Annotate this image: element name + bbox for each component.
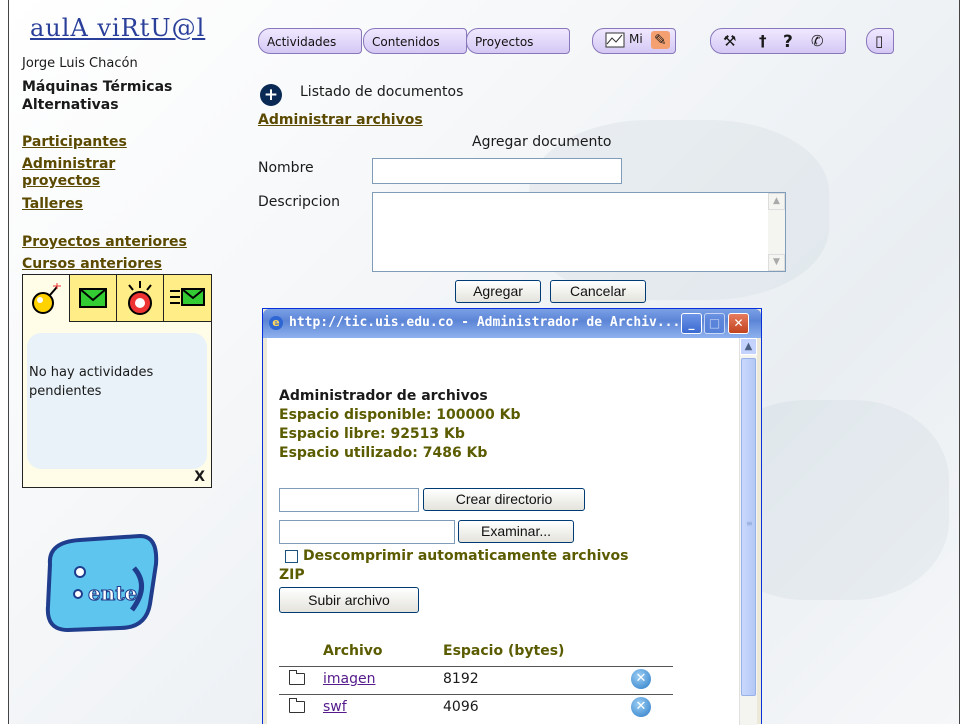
help-icon[interactable]: ? — [783, 32, 793, 52]
alarm-icon — [128, 281, 152, 315]
add-document-icon[interactable]: + — [260, 84, 282, 106]
sidebar-link-participantes[interactable]: Participantes — [22, 134, 127, 151]
space-used: Espacio utilizado: 7486 Kb — [279, 445, 488, 461]
sidebar-link-cursos-anteriores[interactable]: Cursos anteriores — [22, 256, 162, 273]
tab-pending-activities[interactable] — [23, 275, 70, 322]
file-path-input[interactable] — [279, 520, 455, 544]
user-name: Jorge Luis Chacón — [22, 56, 138, 71]
tab-proyectos[interactable]: Proyectos — [466, 28, 570, 54]
file-manager-content: Administrador de archivos Espacio dispon… — [267, 338, 757, 725]
close-icon[interactable]: X — [194, 469, 205, 485]
pin-icon[interactable]: † — [759, 32, 767, 50]
table-row: swf 4096 ✕ — [279, 694, 673, 720]
chart-icon[interactable] — [605, 32, 625, 52]
course-title: Máquinas Térmicas Alternativas — [22, 78, 172, 114]
table-row: imagen 8192 ✕ — [279, 666, 673, 692]
scrollbar-thumb[interactable]: ≡ — [741, 358, 756, 696]
gente-logo: ente — [45, 534, 159, 633]
name-field[interactable] — [372, 158, 622, 184]
file-size: 8192 — [443, 671, 479, 687]
tab-messages[interactable] — [70, 275, 117, 322]
notifications-message: No hay actividades pendientes — [29, 365, 154, 399]
name-label: Nombre — [258, 160, 314, 176]
unzip-label-line2: ZIP — [279, 567, 305, 583]
unzip-checkbox[interactable] — [285, 550, 298, 563]
pencil-icon[interactable]: ✎ — [651, 31, 670, 49]
delete-icon[interactable]: ✕ — [631, 669, 651, 689]
add-button[interactable]: Agregar — [455, 280, 541, 303]
description-label: Descripcion — [258, 194, 340, 210]
scroll-down-icon[interactable]: ▼ — [768, 254, 785, 271]
exit-group: ▯ — [866, 28, 894, 54]
cancel-button[interactable]: Cancelar — [550, 280, 646, 303]
course-title-line: Alternativas — [22, 97, 119, 113]
add-document-heading: Agregar documento — [472, 134, 612, 150]
column-header-file: Archivo — [323, 643, 383, 659]
upload-file-button[interactable]: Subir archivo — [279, 587, 419, 613]
tools-group-1: Mi ✎ — [592, 28, 676, 54]
tab-alerts[interactable] — [117, 275, 164, 322]
file-manager-window: e http://tic.uis.edu.co - Administrador … — [262, 308, 762, 725]
directory-name-input[interactable] — [279, 488, 419, 512]
tools-group-2: ⚒ † ? ✆ — [710, 28, 846, 54]
file-size: 4096 — [443, 699, 479, 715]
document-list-title: Listado de documentos — [300, 84, 464, 100]
tab-mail-list[interactable] — [164, 275, 211, 322]
bomb-icon — [32, 283, 61, 314]
unzip-label: Descomprimir automaticamente archivos — [303, 548, 629, 564]
site-logo[interactable]: aulA viRtU@l — [30, 14, 205, 42]
exit-door-icon[interactable]: ▯ — [875, 32, 883, 50]
scroll-up-icon[interactable]: ▲ — [740, 338, 757, 355]
notifications-content-area — [27, 333, 207, 469]
envelope-icon — [79, 288, 107, 308]
maximize-button[interactable]: □ — [704, 313, 725, 334]
create-directory-button[interactable]: Crear directorio — [423, 488, 585, 511]
description-scrollbar[interactable]: ▲ ▼ — [768, 193, 785, 271]
svg-text:ente: ente — [88, 581, 137, 605]
phone-icon[interactable]: ✆ — [811, 32, 824, 50]
course-title-line: Máquinas Térmicas — [22, 79, 173, 95]
browser-icon: e — [269, 316, 283, 330]
folder-icon — [289, 670, 305, 685]
window-title: http://tic.uis.edu.co - Administrador de… — [289, 315, 681, 330]
tab-contenidos[interactable]: Contenidos — [363, 28, 467, 54]
close-button[interactable]: ✕ — [728, 313, 749, 334]
notifications-panel: No hay actividades pendientes X — [22, 274, 212, 488]
tab-actividades[interactable]: Actividades — [258, 28, 362, 54]
file-link[interactable]: swf — [323, 699, 347, 715]
description-field[interactable]: ▲ ▼ — [372, 192, 786, 272]
space-free: Espacio libre: 92513 Kb — [279, 426, 465, 442]
file-manager-heading: Administrador de archivos — [279, 388, 488, 404]
sidebar-link-administrar-proyectos[interactable]: Administrar proyectos — [22, 156, 162, 190]
grip-icon: ≡ — [746, 519, 753, 528]
tools-icon[interactable]: ⚒ — [723, 32, 736, 50]
notifications-tabs — [23, 275, 211, 323]
mi-icon[interactable]: Mi — [629, 32, 643, 46]
sidebar-link-talleres[interactable]: Talleres — [22, 196, 83, 213]
space-available: Espacio disponible: 100000 Kb — [279, 407, 521, 423]
folder-icon — [289, 698, 305, 713]
scroll-up-icon[interactable]: ▲ — [768, 193, 785, 210]
browse-button[interactable]: Examinar... — [458, 520, 574, 543]
window-scrollbar[interactable]: ▲ ≡ — [739, 338, 757, 725]
delete-icon[interactable]: ✕ — [631, 697, 651, 717]
manage-files-link[interactable]: Administrar archivos — [258, 112, 423, 128]
minimize-button[interactable]: _ — [681, 313, 702, 334]
mail-list-icon — [170, 288, 205, 306]
sidebar-link-proyectos-anteriores[interactable]: Proyectos anteriores — [22, 234, 187, 251]
window-title-bar[interactable]: e http://tic.uis.edu.co - Administrador … — [263, 309, 761, 338]
column-header-size: Espacio (bytes) — [443, 643, 565, 659]
file-link[interactable]: imagen — [323, 671, 375, 687]
